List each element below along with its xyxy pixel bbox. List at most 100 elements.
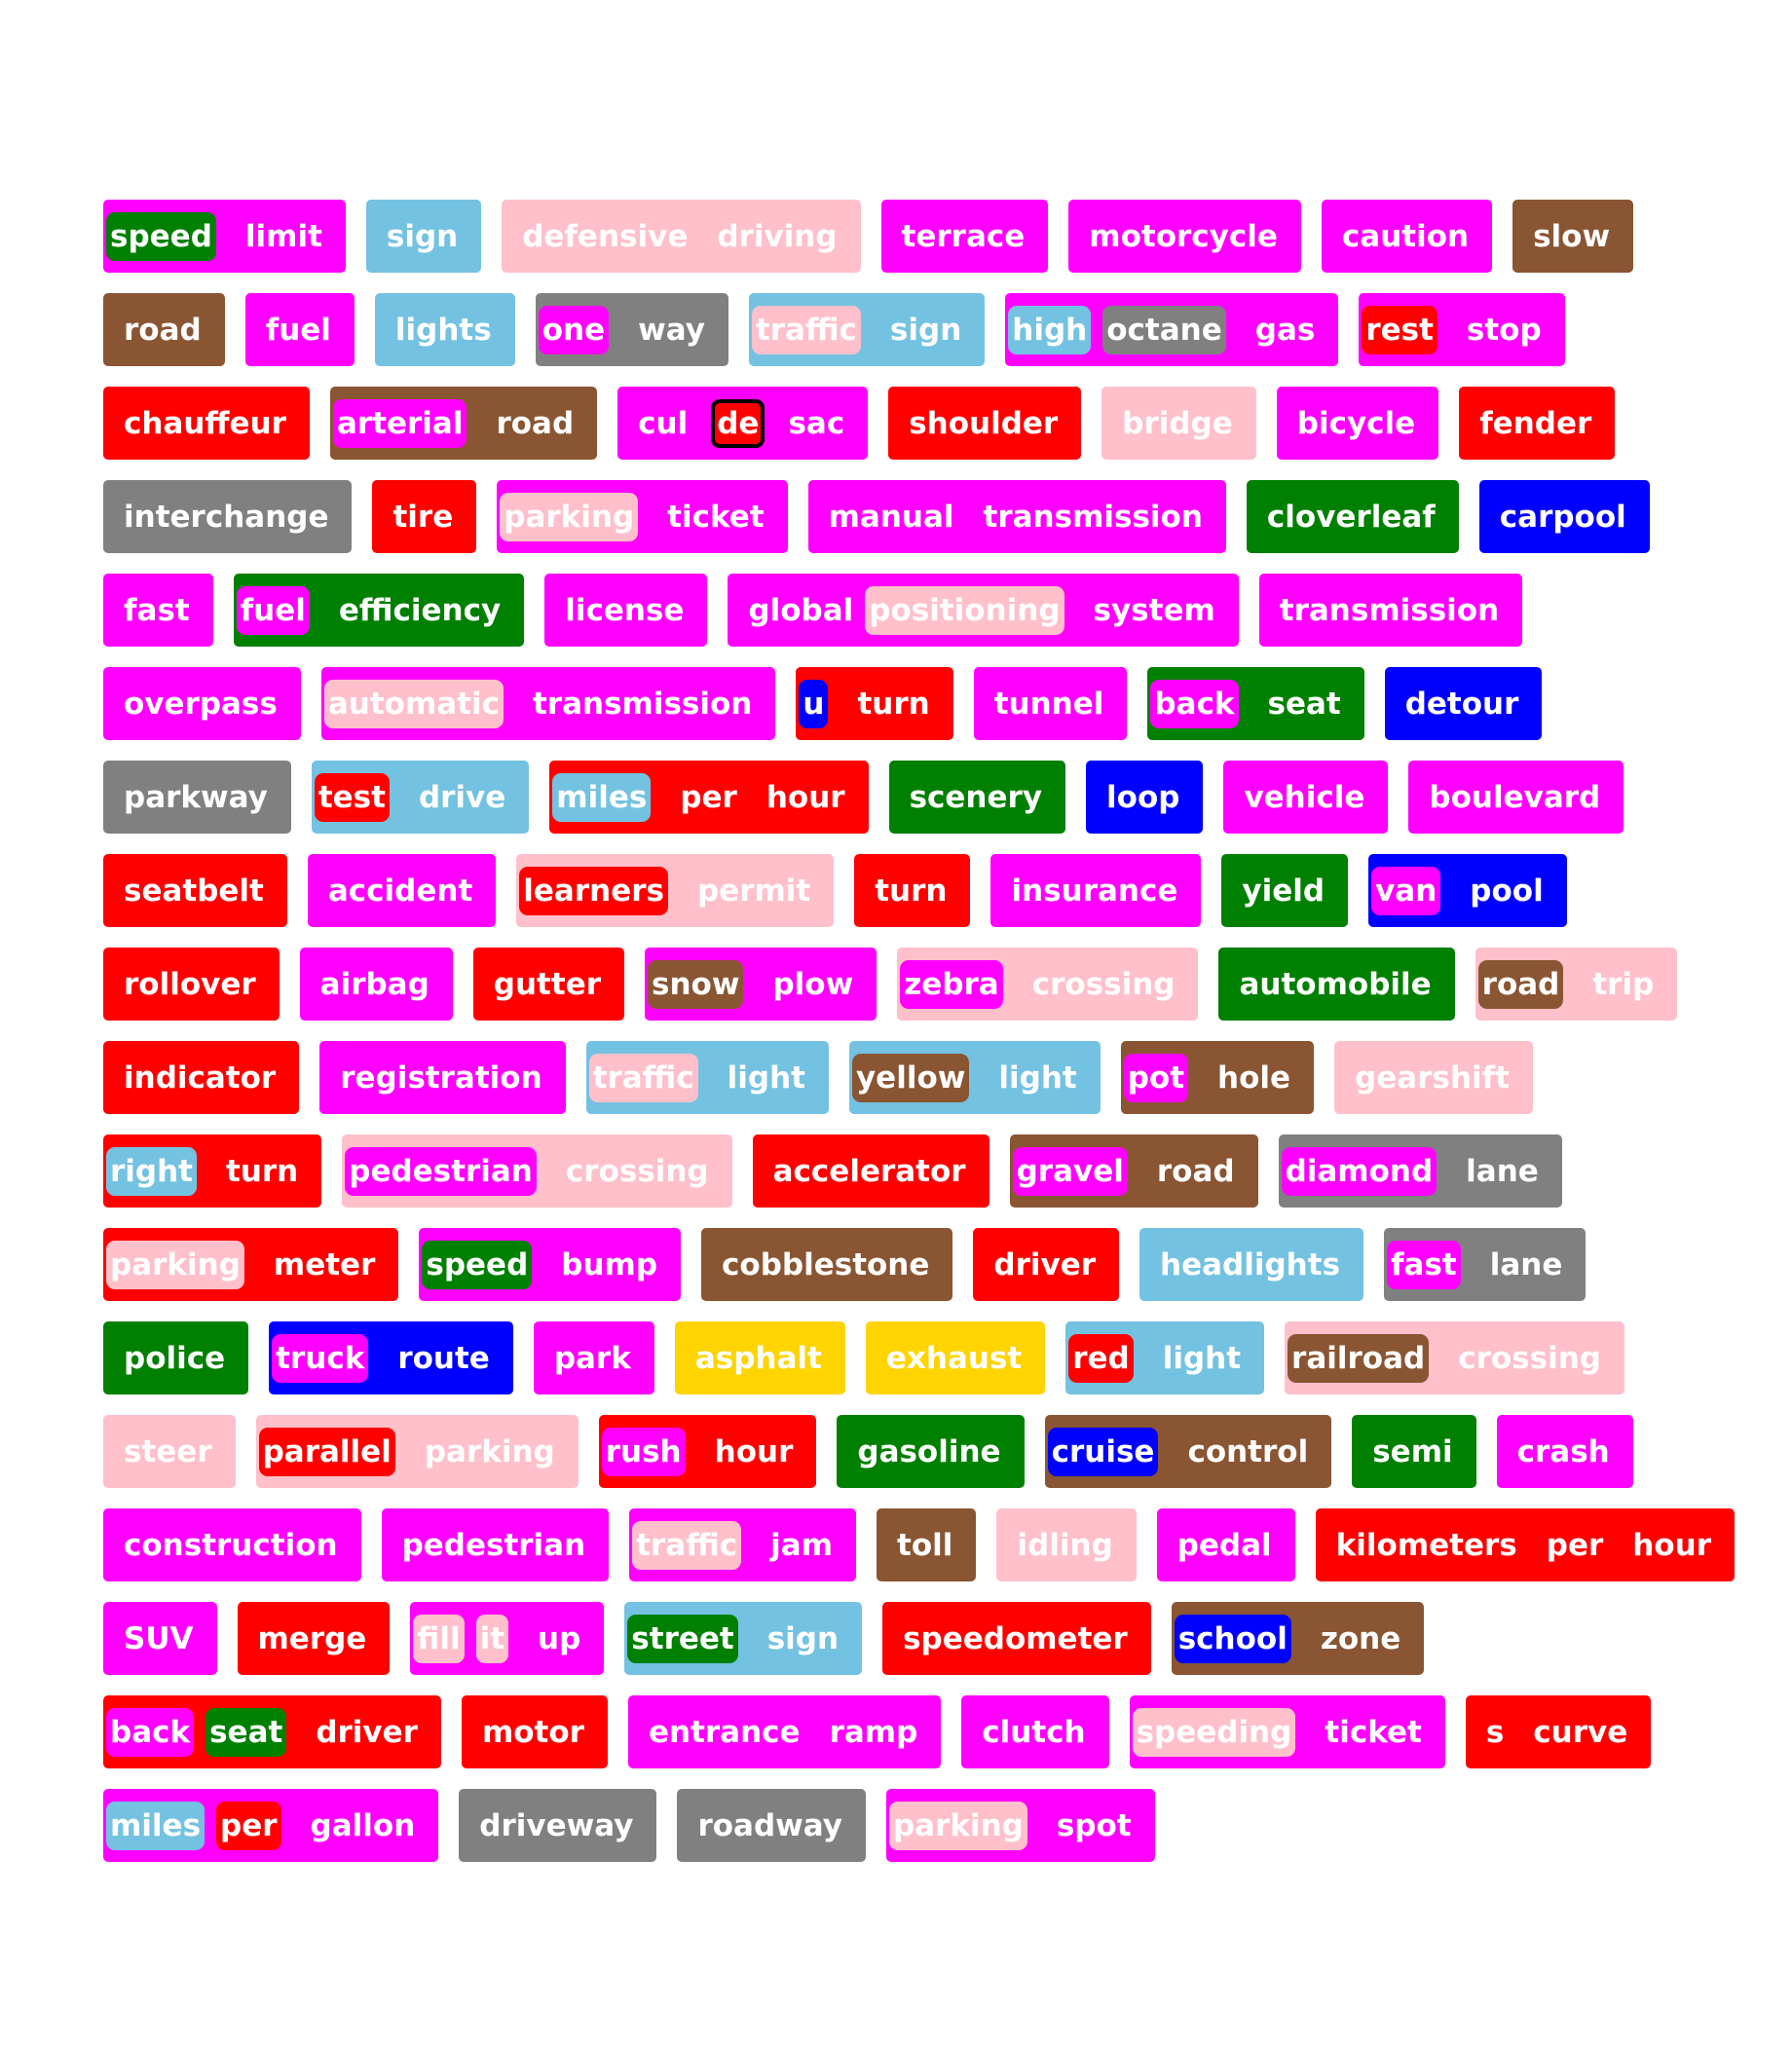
- phrase-chip[interactable]: pedal: [1156, 1508, 1295, 1581]
- phrase-chip[interactable]: high octane gas: [1005, 293, 1339, 366]
- phrase-chip[interactable]: right turn: [103, 1134, 322, 1208]
- phrase-chip[interactable]: test drive: [311, 761, 530, 834]
- phrase-chip[interactable]: traffic jam: [629, 1508, 857, 1581]
- phrase-chip[interactable]: speedometer: [882, 1602, 1151, 1675]
- phrase-chip[interactable]: sign: [365, 200, 482, 273]
- phrase-chip[interactable]: fast lane: [1384, 1228, 1587, 1301]
- phrase-chip[interactable]: fast: [103, 574, 213, 647]
- phrase-chip[interactable]: park: [533, 1321, 654, 1394]
- phrase-chip[interactable]: traffic light: [585, 1041, 829, 1114]
- phrase-chip[interactable]: slow: [1512, 200, 1634, 273]
- phrase-chip[interactable]: merge: [237, 1602, 391, 1675]
- phrase-chip[interactable]: toll: [877, 1508, 977, 1581]
- phrase-chip[interactable]: back seat driver: [103, 1695, 441, 1768]
- phrase-chip[interactable]: carpool: [1478, 480, 1650, 553]
- phrase-chip[interactable]: construction: [103, 1508, 361, 1581]
- phrase-chip[interactable]: entrance ramp: [627, 1695, 942, 1768]
- phrase-chip[interactable]: caution: [1321, 200, 1493, 273]
- phrase-chip[interactable]: railroad crossing: [1285, 1321, 1624, 1394]
- phrase-chip[interactable]: road: [103, 293, 225, 366]
- phrase-chip[interactable]: rest stop: [1359, 293, 1565, 366]
- phrase-chip[interactable]: cruise control: [1044, 1415, 1332, 1488]
- phrase-chip[interactable]: pot hole: [1120, 1041, 1315, 1114]
- phrase-chip[interactable]: back seat: [1147, 667, 1364, 740]
- phrase-chip[interactable]: speed limit: [103, 200, 346, 273]
- phrase-chip[interactable]: miles per gallon: [103, 1789, 439, 1862]
- phrase-chip[interactable]: scenery: [888, 761, 1066, 834]
- phrase-chip[interactable]: global positioning system: [728, 574, 1239, 647]
- phrase-chip[interactable]: parallel parking: [255, 1415, 579, 1488]
- phrase-chip[interactable]: rush hour: [598, 1415, 817, 1488]
- phrase-chip[interactable]: bicycle: [1276, 387, 1439, 460]
- phrase-chip[interactable]: loop: [1086, 761, 1204, 834]
- phrase-chip[interactable]: interchange: [103, 480, 353, 553]
- phrase-chip[interactable]: miles per hour: [549, 761, 869, 834]
- phrase-chip[interactable]: headlights: [1139, 1228, 1364, 1301]
- phrase-chip[interactable]: cloverleaf: [1246, 480, 1459, 553]
- phrase-chip[interactable]: diamond lane: [1278, 1134, 1562, 1208]
- phrase-chip[interactable]: kilometers per hour: [1315, 1508, 1735, 1581]
- phrase-chip[interactable]: yield: [1221, 854, 1349, 927]
- phrase-chip[interactable]: fuel: [244, 293, 355, 366]
- phrase-chip[interactable]: chauffeur: [103, 387, 310, 460]
- phrase-chip[interactable]: detour: [1384, 667, 1543, 740]
- phrase-chip[interactable]: cobblestone: [701, 1228, 953, 1301]
- phrase-chip[interactable]: manual transmission: [807, 480, 1226, 553]
- phrase-chip[interactable]: cul de sac: [617, 387, 869, 460]
- phrase-chip[interactable]: snow plow: [645, 948, 877, 1021]
- phrase-chip[interactable]: shoulder: [888, 387, 1082, 460]
- phrase-chip[interactable]: one way: [535, 293, 728, 366]
- phrase-chip[interactable]: lights: [374, 293, 515, 366]
- phrase-chip[interactable]: transmission: [1258, 574, 1523, 647]
- phrase-chip[interactable]: speeding ticket: [1129, 1695, 1445, 1768]
- phrase-chip[interactable]: exhaust: [865, 1321, 1046, 1394]
- phrase-chip[interactable]: defensive driving: [502, 200, 861, 273]
- phrase-chip[interactable]: accelerator: [752, 1134, 989, 1208]
- phrase-chip[interactable]: accident: [307, 854, 497, 927]
- phrase-chip[interactable]: insurance: [990, 854, 1202, 927]
- phrase-chip[interactable]: SUV: [103, 1602, 217, 1675]
- phrase-chip[interactable]: registration: [319, 1041, 566, 1114]
- phrase-chip[interactable]: police: [103, 1321, 249, 1394]
- phrase-chip[interactable]: semi: [1352, 1415, 1476, 1488]
- phrase-chip[interactable]: parking spot: [885, 1789, 1155, 1862]
- phrase-chip[interactable]: steer: [103, 1415, 236, 1488]
- phrase-chip[interactable]: parkway: [103, 761, 291, 834]
- phrase-chip[interactable]: school zone: [1171, 1602, 1425, 1675]
- phrase-chip[interactable]: fill it up: [410, 1602, 605, 1675]
- phrase-chip[interactable]: red light: [1065, 1321, 1265, 1394]
- phrase-chip[interactable]: driver: [973, 1228, 1120, 1301]
- phrase-chip[interactable]: indicator: [103, 1041, 300, 1114]
- phrase-chip[interactable]: pedestrian: [381, 1508, 610, 1581]
- phrase-chip[interactable]: yellow light: [848, 1041, 1101, 1114]
- phrase-chip[interactable]: clutch: [961, 1695, 1109, 1768]
- phrase-chip[interactable]: gutter: [472, 948, 625, 1021]
- phrase-chip[interactable]: automobile: [1218, 948, 1455, 1021]
- phrase-chip[interactable]: street sign: [624, 1602, 863, 1675]
- phrase-chip[interactable]: traffic sign: [748, 293, 986, 366]
- phrase-chip[interactable]: speed bump: [419, 1228, 682, 1301]
- phrase-chip[interactable]: van pool: [1368, 854, 1567, 927]
- phrase-chip[interactable]: tunnel: [973, 667, 1128, 740]
- phrase-chip[interactable]: parking ticket: [497, 480, 788, 553]
- phrase-chip[interactable]: roadway: [677, 1789, 866, 1862]
- phrase-chip[interactable]: driveway: [459, 1789, 657, 1862]
- phrase-chip[interactable]: seatbelt: [103, 854, 287, 927]
- phrase-chip[interactable]: arterial road: [329, 387, 598, 460]
- phrase-chip[interactable]: overpass: [103, 667, 301, 740]
- phrase-chip[interactable]: crash: [1496, 1415, 1633, 1488]
- phrase-chip[interactable]: terrace: [880, 200, 1049, 273]
- phrase-chip[interactable]: bridge: [1101, 387, 1256, 460]
- phrase-chip[interactable]: airbag: [299, 948, 453, 1021]
- phrase-chip[interactable]: truck route: [269, 1321, 513, 1394]
- phrase-chip[interactable]: tire: [372, 480, 477, 553]
- phrase-chip[interactable]: turn: [854, 854, 971, 927]
- phrase-chip[interactable]: parking meter: [103, 1228, 399, 1301]
- phrase-chip[interactable]: pedestrian crossing: [342, 1134, 732, 1208]
- phrase-chip[interactable]: s curve: [1465, 1695, 1652, 1768]
- phrase-chip[interactable]: learners permit: [516, 854, 835, 927]
- phrase-chip[interactable]: asphalt: [674, 1321, 845, 1394]
- phrase-chip[interactable]: vehicle: [1223, 761, 1389, 834]
- phrase-chip[interactable]: fender: [1459, 387, 1616, 460]
- phrase-chip[interactable]: gearshift: [1334, 1041, 1533, 1114]
